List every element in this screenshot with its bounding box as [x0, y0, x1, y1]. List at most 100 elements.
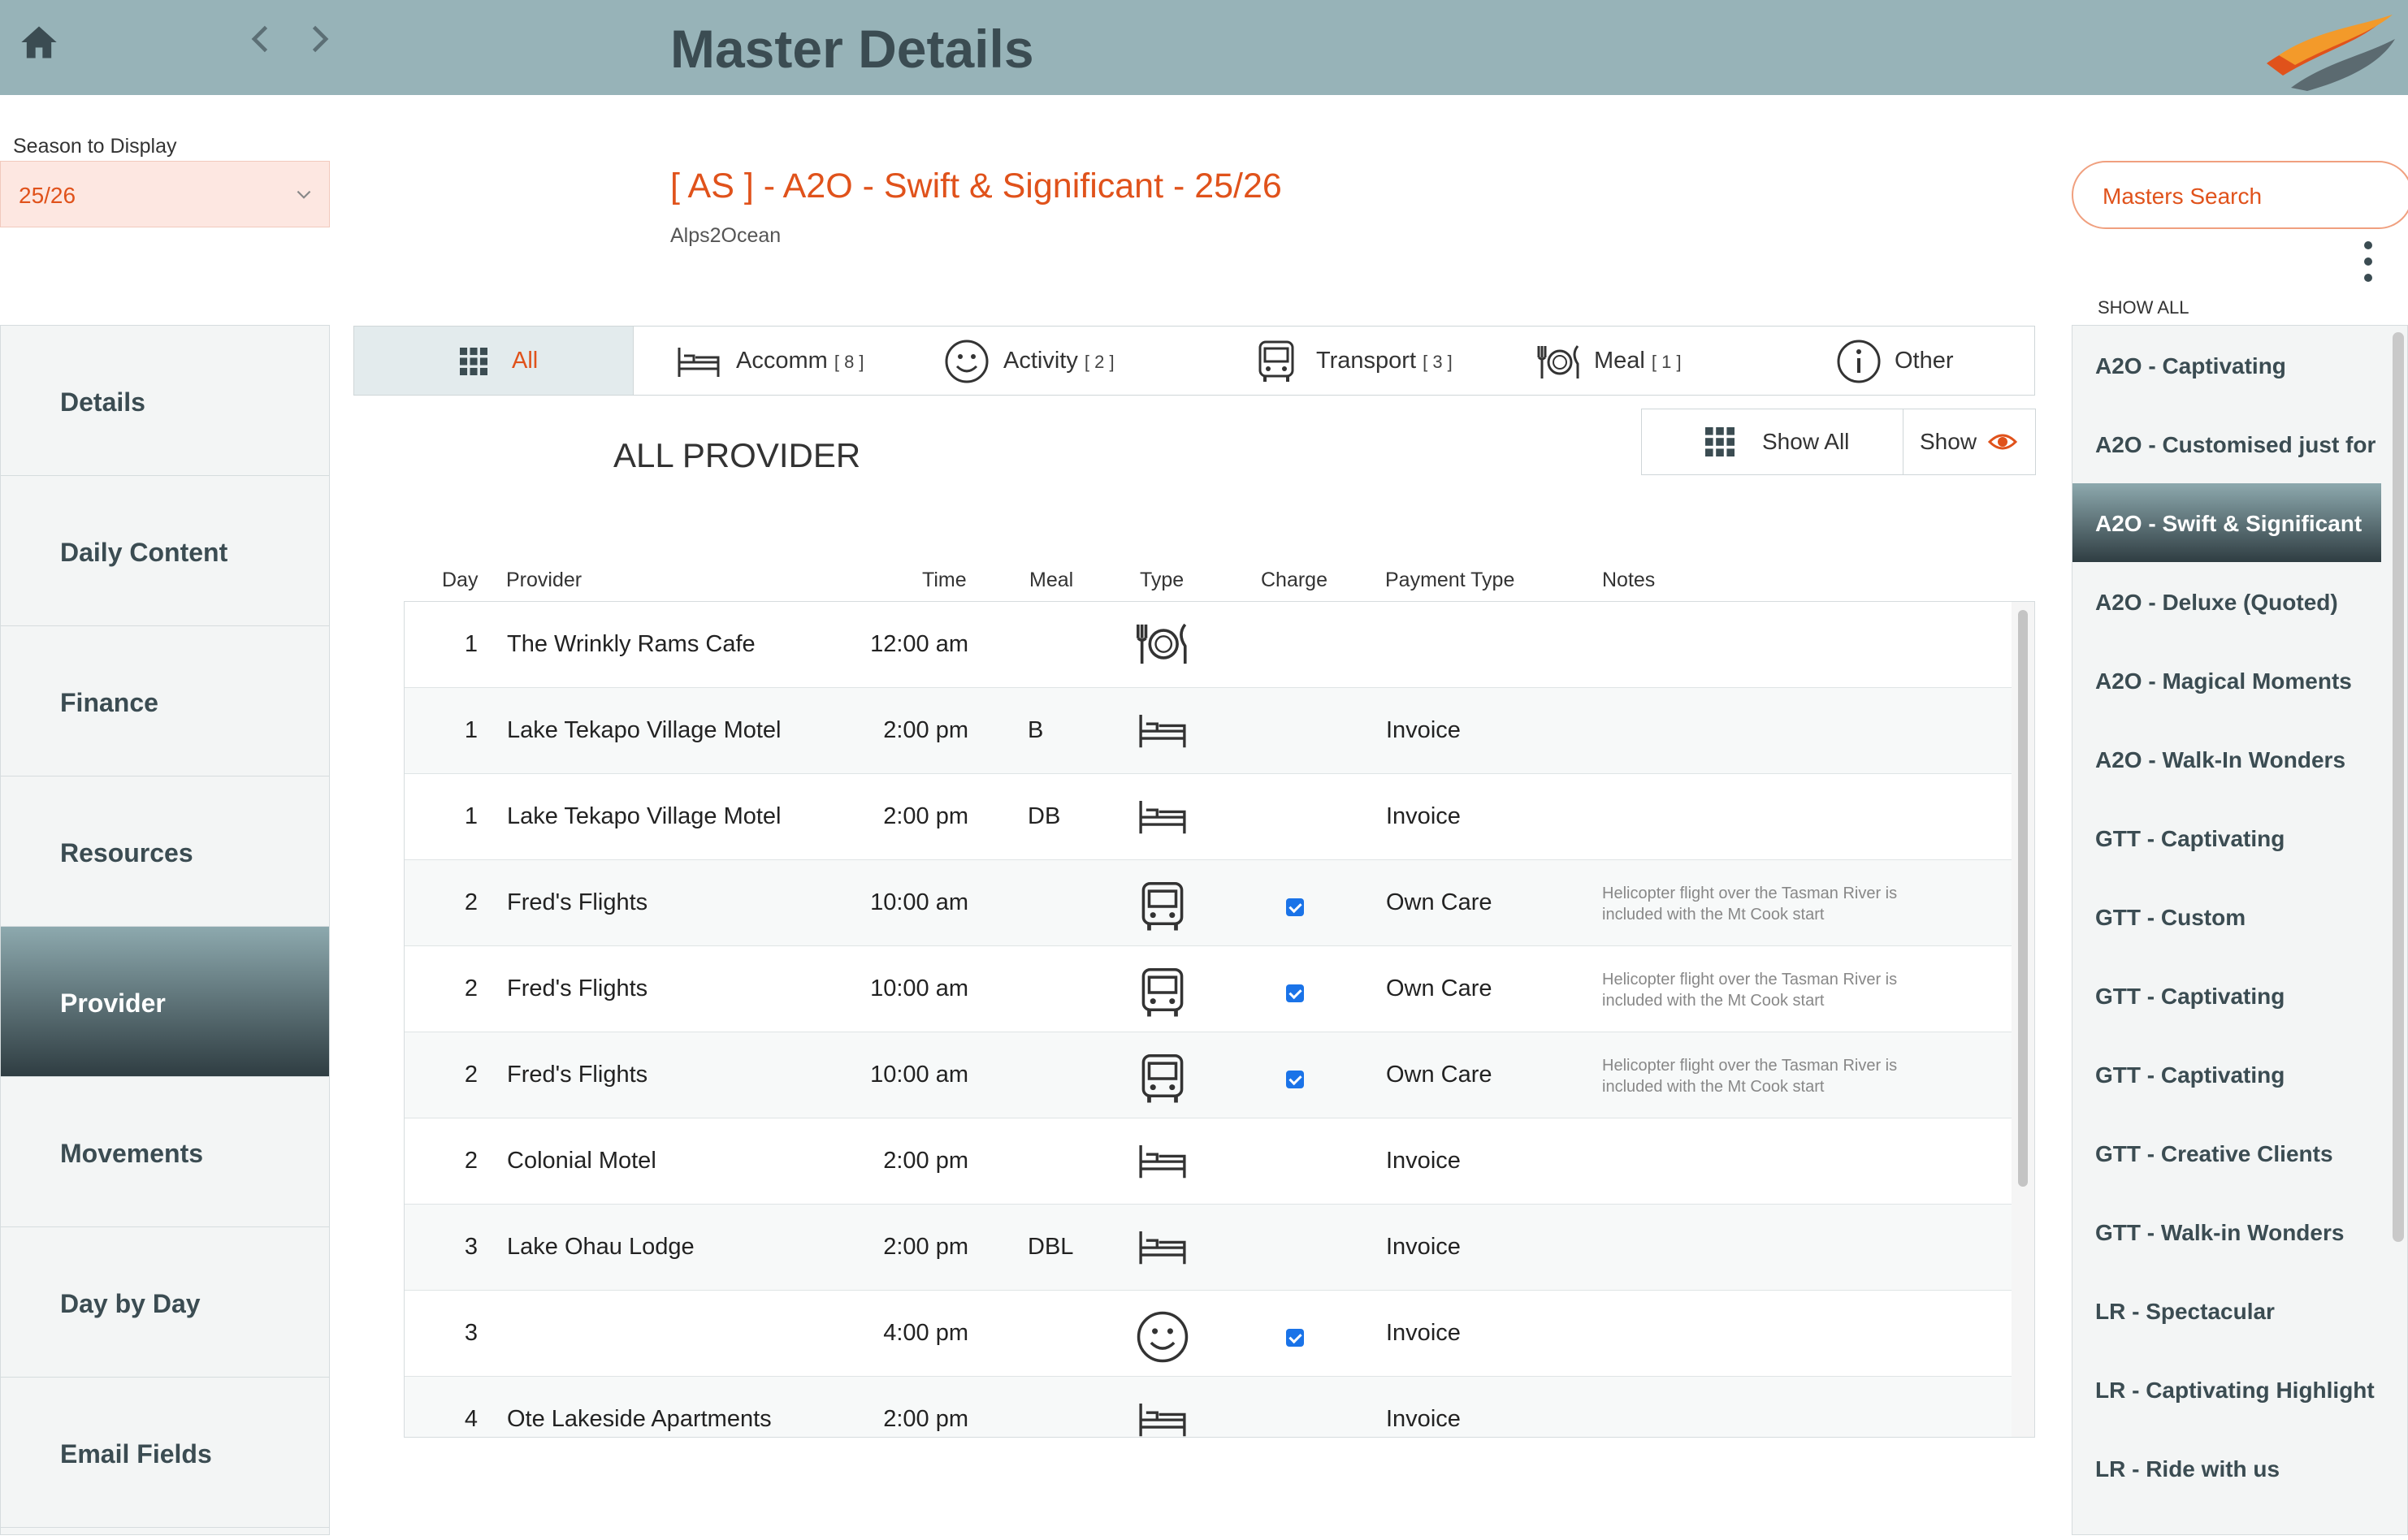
cell-provider: Fred's Flights — [507, 975, 648, 1001]
masters-list-item[interactable]: A2O - Deluxe (Quoted) — [2072, 562, 2381, 641]
bus-icon — [1134, 880, 1191, 931]
table-row[interactable]: 1 Lake Tekapo Village Motel 2:00 pm B Invoic… — [405, 688, 2012, 774]
table-scrollbar[interactable] — [2012, 602, 2034, 1437]
show-button-label: Show — [1920, 429, 1977, 454]
cell-payment-type: Invoice — [1386, 1406, 1461, 1432]
cell-payment-type: Own Care — [1386, 889, 1492, 915]
tab-all[interactable]: All — [354, 327, 634, 395]
masters-list-item-label: GTT - Captivating — [2095, 984, 2285, 1009]
tab-meal[interactable]: Meal [ 1 ] — [1487, 327, 1755, 395]
column-header-day: Day — [442, 569, 479, 591]
sidebar-item-details[interactable]: Details — [1, 326, 329, 476]
sidebar-item-provider[interactable]: Provider — [1, 927, 329, 1077]
show-button[interactable]: Show — [1903, 409, 2035, 474]
cell-payment-type: Invoice — [1386, 717, 1461, 743]
masters-list-item[interactable]: A2O - Customised just for — [2072, 404, 2381, 483]
season-select[interactable]: 25/26 — [0, 161, 330, 227]
smiley-icon — [945, 340, 989, 383]
column-header-meal: Meal — [1029, 569, 1074, 591]
cell-day: 3 — [464, 1320, 478, 1346]
page-title: Master Details — [670, 19, 1034, 79]
cell-time: 10:00 am — [870, 889, 968, 915]
masters-list-item[interactable]: GTT - Custom — [2072, 877, 2381, 956]
sidebar-item-day-by-day[interactable]: Day by Day — [1, 1227, 329, 1378]
table-row[interactable]: 2 Fred's Flights 10:00 am Own Care Helicopte… — [405, 860, 2012, 946]
cell-day: 1 — [464, 803, 478, 829]
masters-list-item-label: LR - Ride with us — [2095, 1456, 2280, 1482]
tab-count: [ 1 ] — [1651, 352, 1682, 372]
sidebar-item-movements[interactable]: Movements — [1, 1077, 329, 1227]
masters-list-item[interactable]: A2O - Captivating — [2072, 326, 2381, 404]
masters-list-item[interactable]: LR - Ride with us — [2072, 1429, 2381, 1508]
cell-day: 2 — [464, 1148, 478, 1174]
bus-icon — [1258, 340, 1294, 382]
table-row[interactable]: 2 Fred's Flights 10:00 am Own Care Helicopte… — [405, 946, 2012, 1032]
cell-day: 2 — [464, 889, 478, 915]
more-vertical-icon[interactable] — [2361, 240, 2376, 283]
sidebar-item-email-fields[interactable]: Email Fields — [1, 1378, 329, 1528]
sidebar-item-resources[interactable]: Resources — [1, 776, 329, 927]
cell-provider: Lake Ohau Lodge — [507, 1234, 695, 1260]
season-label: Season to Display — [13, 135, 177, 158]
masters-list-item[interactable]: GTT - Captivating — [2072, 798, 2381, 877]
cell-time: 2:00 pm — [883, 1148, 968, 1174]
season-value: 25/26 — [19, 183, 76, 208]
cell-time: 12:00 am — [870, 631, 968, 657]
tab-activity[interactable]: Activity [ 2 ] — [918, 327, 1186, 395]
masters-search-button[interactable]: Masters Search — [2072, 161, 2408, 229]
sidebar-item-label: Provider — [60, 988, 166, 1018]
column-header-charge: Charge — [1261, 569, 1327, 591]
table-row[interactable]: 3 Lake Ohau Lodge 2:00 pm DBL Invoice — [405, 1205, 2012, 1291]
tab-transport[interactable]: Transport [ 3 ] — [1186, 327, 1487, 395]
masters-list-item[interactable]: A2O - Magical Moments — [2072, 641, 2381, 720]
cell-day: 1 — [464, 631, 478, 657]
meal-icon — [1537, 345, 1579, 379]
chevron-right-icon[interactable] — [301, 21, 336, 57]
home-icon[interactable] — [18, 21, 60, 63]
table-row[interactable]: 4 Ote Lakeside Apartments 2:00 pm Invoice — [405, 1377, 2012, 1437]
masters-list-item[interactable]: GTT - Captivating — [2072, 1035, 2381, 1114]
masters-list: A2O - Captivating A2O - Customised just f… — [2072, 325, 2408, 1535]
cell-provider: Lake Tekapo Village Motel — [507, 717, 782, 743]
table-row[interactable]: 2 Colonial Motel 2:00 pm Invoice — [405, 1118, 2012, 1205]
sidebar-item-daily-content[interactable]: Daily Content — [1, 476, 329, 626]
masters-list-item[interactable]: A2O - Swift & Significant — [2072, 483, 2381, 562]
cell-payment-type: Invoice — [1386, 803, 1461, 829]
table-row[interactable]: 3 4:00 pm Invoice — [405, 1291, 2012, 1377]
tab-label: Transport — [1316, 348, 1417, 374]
charge-checkbox[interactable] — [1286, 1329, 1304, 1347]
cell-meal: DB — [1028, 803, 1061, 829]
eye-icon — [1988, 434, 2017, 450]
tab-other[interactable]: Other — [1755, 327, 2034, 395]
cell-payment-type: Invoice — [1386, 1320, 1461, 1346]
show-all-link[interactable]: SHOW ALL — [2098, 297, 2189, 318]
bus-icon — [1134, 1052, 1191, 1103]
charge-checkbox[interactable] — [1286, 984, 1304, 1002]
info-icon — [1837, 340, 1881, 383]
table-row[interactable]: 1 The Wrinkly Rams Cafe 12:00 am — [405, 602, 2012, 688]
show-all-button[interactable]: Show All — [1642, 409, 1903, 474]
sidebar-item-label: Day by Day — [60, 1289, 201, 1318]
sidebar-item-label: Movements — [60, 1139, 204, 1168]
cell-payment-type: Own Care — [1386, 975, 1492, 1001]
masters-list-scrollbar[interactable] — [2393, 332, 2404, 1242]
bed-icon — [1134, 1138, 1191, 1183]
masters-list-item[interactable]: LR - Spectacular — [2072, 1271, 2381, 1350]
tab-count: [ 3 ] — [1423, 352, 1453, 372]
masters-list-item[interactable]: GTT - Walk-in Wonders — [2072, 1192, 2381, 1271]
table-row[interactable]: 2 Fred's Flights 10:00 am Own Care Helicopte… — [405, 1032, 2012, 1118]
cell-provider: Ote Lakeside Apartments — [507, 1406, 772, 1432]
cell-provider: Fred's Flights — [507, 1062, 648, 1088]
masters-list-item[interactable]: GTT - Creative Clients — [2072, 1114, 2381, 1192]
charge-checkbox[interactable] — [1286, 898, 1304, 916]
masters-list-item[interactable]: GTT - Captivating — [2072, 956, 2381, 1035]
charge-checkbox[interactable] — [1286, 1071, 1304, 1088]
masters-list-item[interactable]: A2O - Walk-In Wonders — [2072, 720, 2381, 798]
sidebar-item-finance[interactable]: Finance — [1, 626, 329, 776]
table-scrollbar-thumb[interactable] — [2018, 610, 2028, 1187]
tab-accomm[interactable]: Accomm [ 8 ] — [634, 327, 918, 395]
masters-list-item[interactable]: LR - Captivating Highlight — [2072, 1350, 2381, 1429]
chevron-left-icon[interactable] — [244, 21, 279, 57]
table-row[interactable]: 1 Lake Tekapo Village Motel 2:00 pm DB Invoi… — [405, 774, 2012, 860]
cell-day: 2 — [464, 975, 478, 1001]
